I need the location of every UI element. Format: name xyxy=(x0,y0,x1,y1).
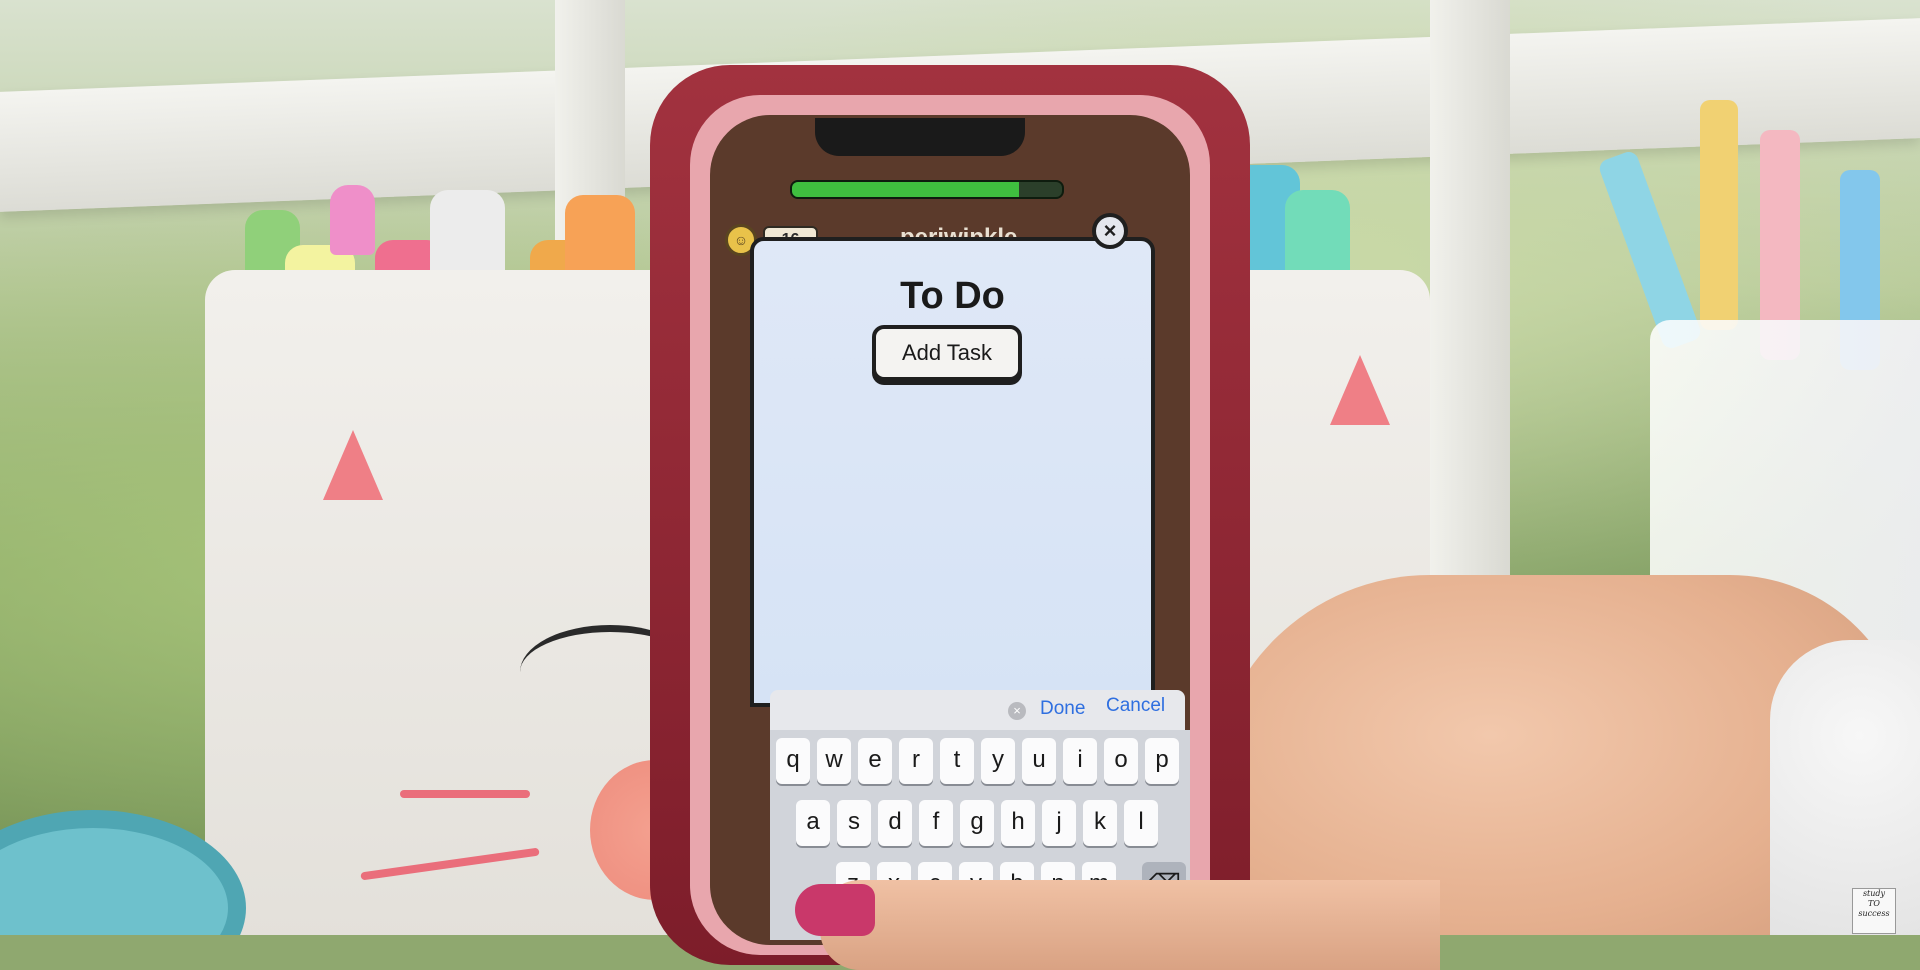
key-j[interactable]: j xyxy=(1042,800,1076,846)
key-w[interactable]: w xyxy=(817,738,851,784)
key-u[interactable]: u xyxy=(1022,738,1056,784)
cat-ear xyxy=(323,430,383,500)
done-button[interactable]: Done xyxy=(1040,698,1085,720)
key-i[interactable]: i xyxy=(1063,738,1097,784)
key-p[interactable]: p xyxy=(1145,738,1179,784)
add-task-button[interactable]: Add Task xyxy=(872,325,1022,381)
todo-modal: To Do Add Task xyxy=(750,237,1155,707)
cancel-button[interactable]: Cancel xyxy=(1106,695,1165,717)
key-d[interactable]: d xyxy=(878,800,912,846)
watermark-text: study xyxy=(1862,889,1886,898)
energy-progress-bar xyxy=(790,180,1064,199)
marker xyxy=(330,185,375,255)
channel-watermark-logo: study TO success xyxy=(1852,888,1896,934)
phone-notch xyxy=(815,118,1025,156)
watermark-text: success xyxy=(1858,909,1890,918)
window-post xyxy=(1430,0,1510,600)
cat-ear xyxy=(1330,355,1390,425)
progress-fill xyxy=(792,182,1019,197)
close-icon[interactable]: × xyxy=(1092,213,1128,249)
key-g[interactable]: g xyxy=(960,800,994,846)
clear-text-icon[interactable]: × xyxy=(1008,702,1026,720)
pen xyxy=(1700,100,1738,330)
sweater-sleeve xyxy=(1770,640,1920,935)
watermark-text: TO xyxy=(1868,899,1880,908)
key-o[interactable]: o xyxy=(1104,738,1138,784)
key-r[interactable]: r xyxy=(899,738,933,784)
key-t[interactable]: t xyxy=(940,738,974,784)
key-f[interactable]: f xyxy=(919,800,953,846)
finger xyxy=(820,880,1440,970)
key-s[interactable]: s xyxy=(837,800,871,846)
todo-title: To Do xyxy=(900,275,1005,317)
key-q[interactable]: q xyxy=(776,738,810,784)
key-a[interactable]: a xyxy=(796,800,830,846)
fingernail xyxy=(795,884,875,936)
key-l[interactable]: l xyxy=(1124,800,1158,846)
key-h[interactable]: h xyxy=(1001,800,1035,846)
cat-whisker xyxy=(400,790,530,798)
key-k[interactable]: k xyxy=(1083,800,1117,846)
key-y[interactable]: y xyxy=(981,738,1015,784)
key-e[interactable]: e xyxy=(858,738,892,784)
